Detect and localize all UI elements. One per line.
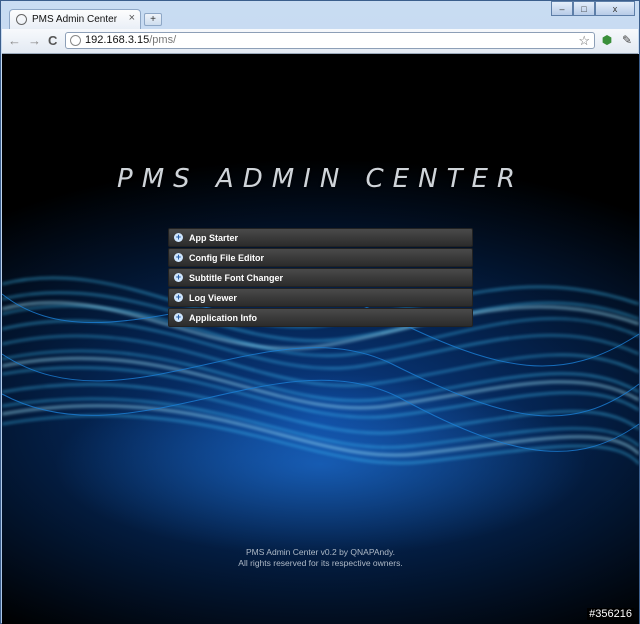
expand-plus-icon: + <box>174 292 183 302</box>
menu-item-label: App Starter <box>189 233 239 243</box>
tab-pms-admin-center[interactable]: PMS Admin Center × <box>9 9 141 30</box>
minimize-button[interactable]: – <box>551 1 573 16</box>
menu-item-app-starter[interactable]: + App Starter <box>168 228 473 247</box>
reload-icon[interactable]: C <box>48 33 57 48</box>
menu-item-label: Log Viewer <box>189 293 237 303</box>
tab-title: PMS Admin Center <box>32 14 118 25</box>
pms-admin-center-logo: PMS ADMIN CENTER <box>117 164 524 194</box>
globe-icon <box>70 35 81 46</box>
menu-item-log-viewer[interactable]: + Log Viewer <box>168 288 473 307</box>
browser-toolbar: ← → C 192.168.3.15/pms/ ☆ ⬢ ✎ <box>2 29 638 54</box>
menu-item-label: Application Info <box>189 313 257 323</box>
tab-bar: PMS Admin Center × + – □ x <box>1 1 639 30</box>
address-bar[interactable]: 192.168.3.15/pms/ ☆ <box>65 32 595 49</box>
page-favicon-icon <box>16 14 27 25</box>
expand-plus-icon: + <box>174 232 183 242</box>
maximize-button[interactable]: □ <box>573 1 595 16</box>
new-tab-button[interactable]: + <box>144 13 162 26</box>
expand-plus-icon: + <box>174 252 183 262</box>
window-controls: – □ x <box>551 1 635 16</box>
footer-credit: PMS Admin Center v0.2 by QNAPAndy. <box>246 547 395 557</box>
page-footer: PMS Admin Center v0.2 by QNAPAndy. All r… <box>2 547 639 569</box>
image-id-watermark: #356216 <box>587 608 634 620</box>
menu-item-application-info[interactable]: + Application Info <box>168 308 473 327</box>
forward-icon[interactable]: → <box>28 33 41 48</box>
tab-close-icon[interactable]: × <box>129 12 135 24</box>
star-icon[interactable]: ☆ <box>578 33 590 49</box>
menu-item-label: Config File Editor <box>189 253 264 263</box>
page-content: PMS ADMIN CENTER + App Starter + Config … <box>2 54 639 624</box>
expand-plus-icon: + <box>174 312 183 322</box>
browser-window: PMS Admin Center × + – □ x ← → C 192.168… <box>0 0 640 624</box>
expand-plus-icon: + <box>174 272 183 282</box>
admin-menu: + App Starter + Config File Editor + Sub… <box>168 228 473 328</box>
menu-item-config-file-editor[interactable]: + Config File Editor <box>168 248 473 267</box>
menu-item-label: Subtitle Font Changer <box>189 273 283 283</box>
footer-rights: All rights reserved for its respective o… <box>238 558 403 568</box>
extension-icon[interactable]: ⬢ <box>600 33 614 47</box>
url-path: /pms/ <box>149 34 177 46</box>
close-window-button[interactable]: x <box>595 1 635 16</box>
back-icon[interactable]: ← <box>8 33 21 48</box>
light-waves-background <box>2 277 639 465</box>
menu-item-subtitle-font-changer[interactable]: + Subtitle Font Changer <box>168 268 473 287</box>
url-text: 192.168.3.15/pms/ <box>85 34 176 46</box>
wrench-icon[interactable]: ✎ <box>620 33 634 47</box>
url-host: 192.168.3.15 <box>85 34 150 46</box>
